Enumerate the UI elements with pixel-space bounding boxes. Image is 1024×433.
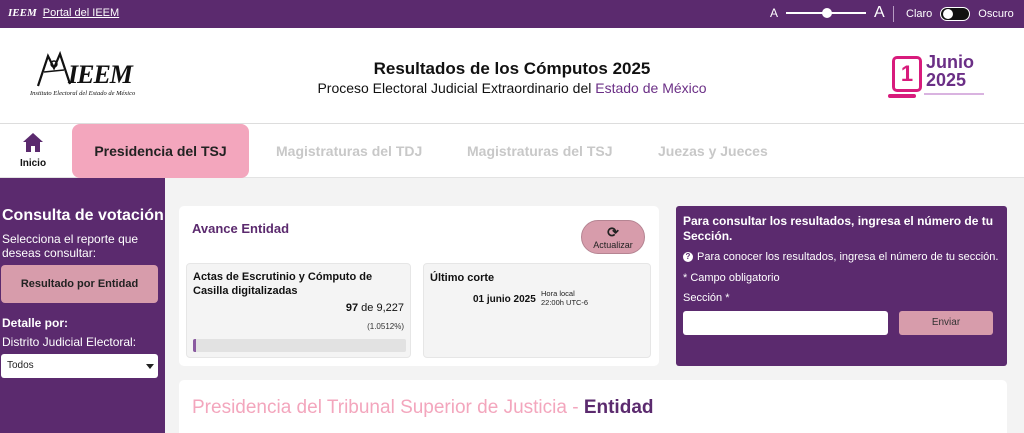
sidebar-title: Consulta de votación — [2, 207, 164, 224]
actas-total: 9,227 — [376, 302, 404, 314]
avance-card: Avance Entidad ⟳ Actualizar Actas de Esc… — [179, 206, 659, 366]
home-icon — [23, 133, 43, 152]
page-subtitle-highlight: Estado de México — [595, 80, 707, 96]
question-icon: ? — [683, 252, 693, 262]
nav-home-label: Inicio — [19, 158, 47, 169]
top-bar: IEEM Portal del IEEM A A Claro Oscuro — [0, 0, 1024, 28]
theme-toggle[interactable] — [940, 7, 971, 21]
corte-card: Último corte 01 junio 2025 Hora local 22… — [423, 263, 651, 358]
badge-fineprint — [924, 93, 984, 95]
font-size-control: A A — [770, 5, 885, 21]
report-entidad-button[interactable]: Resultado por Entidad — [1, 265, 158, 303]
font-large-label: A — [874, 4, 885, 21]
refresh-icon: ⟳ — [607, 224, 619, 240]
tab-presidencia-tsj[interactable]: Presidencia del TSJ — [72, 124, 249, 178]
results-heading-scope: Entidad — [583, 397, 654, 418]
actas-progress-bar — [193, 339, 406, 352]
section-label: Sección * — [683, 292, 730, 304]
tab-magistraturas-tsj[interactable]: Magistraturas del TSJ — [467, 124, 613, 178]
top-brand: IEEM Portal del IEEM — [8, 7, 119, 19]
ieem-mini-logo: IEEM — [8, 7, 37, 19]
main-nav: Inicio Presidencia del TSJ Magistraturas… — [0, 124, 1024, 178]
district-select-value: Todos — [7, 360, 34, 371]
refresh-label: Actualizar — [593, 240, 633, 250]
section-lookup-heading: Para consultar los resultados, ingresa e… — [683, 214, 994, 243]
election-date-badge: 1 Junio 2025 — [886, 50, 996, 110]
actas-count: 97 — [345, 302, 359, 314]
corte-time: Hora local 22:00h UTC-6 — [541, 289, 588, 307]
actas-title: Actas de Escrutinio y Cómputo de Casilla… — [193, 271, 373, 297]
chevron-down-icon — [146, 364, 154, 369]
section-input[interactable] — [683, 311, 888, 335]
detail-title: Detalle por: — [2, 316, 69, 330]
corte-date: 01 junio 2025 — [473, 294, 536, 305]
required-note: * Campo obligatorio — [683, 272, 780, 284]
section-lookup-info-text: Para conocer los resultados, ingresa el … — [697, 251, 999, 263]
actas-progress-fill — [193, 339, 196, 352]
theme-light-label: Claro — [906, 8, 933, 20]
section-lookup-info: ? Para conocer los resultados, ingresa e… — [683, 251, 998, 263]
font-small-label: A — [770, 6, 779, 20]
theme-dark-label: Oscuro — [978, 8, 1014, 20]
page-subtitle: Proceso Electoral Judicial Extraordinari… — [0, 80, 1024, 96]
district-label: Distrito Judicial Electoral: — [2, 335, 137, 349]
tab-juezas-jueces[interactable]: Juezas y Jueces — [658, 124, 768, 178]
theme-toggle-knob — [943, 9, 954, 19]
tab-magistraturas-tdj[interactable]: Magistraturas del TDJ — [276, 124, 422, 178]
nav-home[interactable]: Inicio — [14, 132, 52, 169]
top-divider — [893, 6, 894, 22]
font-size-slider-thumb[interactable] — [822, 8, 833, 18]
submit-button[interactable]: Enviar — [899, 311, 993, 335]
corte-title: Último corte — [430, 272, 495, 284]
refresh-button[interactable]: ⟳ Actualizar — [581, 220, 645, 254]
actas-of: de — [361, 302, 374, 314]
badge-base — [888, 94, 916, 98]
section-lookup-panel: Para consultar los resultados, ingresa e… — [676, 206, 1007, 366]
actas-card: Actas de Escrutinio y Cómputo de Casilla… — [186, 263, 411, 358]
theme-control: Claro Oscuro — [906, 7, 1014, 21]
results-heading-card: Presidencia del Tribunal Superior de Jus… — [179, 380, 1007, 433]
page-title: Resultados de los Cómputos 2025 — [373, 59, 651, 78]
results-heading-main: Presidencia del Tribunal Superior de Jus… — [192, 397, 567, 418]
badge-day: 1 — [892, 56, 922, 92]
corte-time-label: Hora local — [541, 289, 575, 298]
actas-count-line: 97 de 9,227 — [346, 302, 404, 314]
page-subtitle-prefix: Proceso Electoral Judicial Extraordinari… — [317, 80, 596, 96]
actas-percent: (1.0512%) — [367, 322, 404, 331]
badge-year: 2025 — [926, 70, 967, 90]
font-size-slider[interactable] — [786, 8, 867, 18]
corte-time-value: 22:00h UTC-6 — [541, 298, 589, 307]
page-header: IEEM Instituto Electoral del Estado de M… — [0, 28, 1024, 124]
results-heading-sep: - — [566, 397, 584, 418]
district-select[interactable]: Todos — [1, 354, 158, 378]
results-heading: Presidencia del Tribunal Superior de Jus… — [192, 397, 654, 419]
sidebar: Consulta de votación Selecciona el repor… — [0, 178, 165, 433]
sidebar-description: Selecciona el reporte que deseas consult… — [2, 232, 139, 260]
portal-link[interactable]: Portal del IEEM — [43, 7, 119, 19]
avance-title: Avance Entidad — [192, 221, 290, 236]
